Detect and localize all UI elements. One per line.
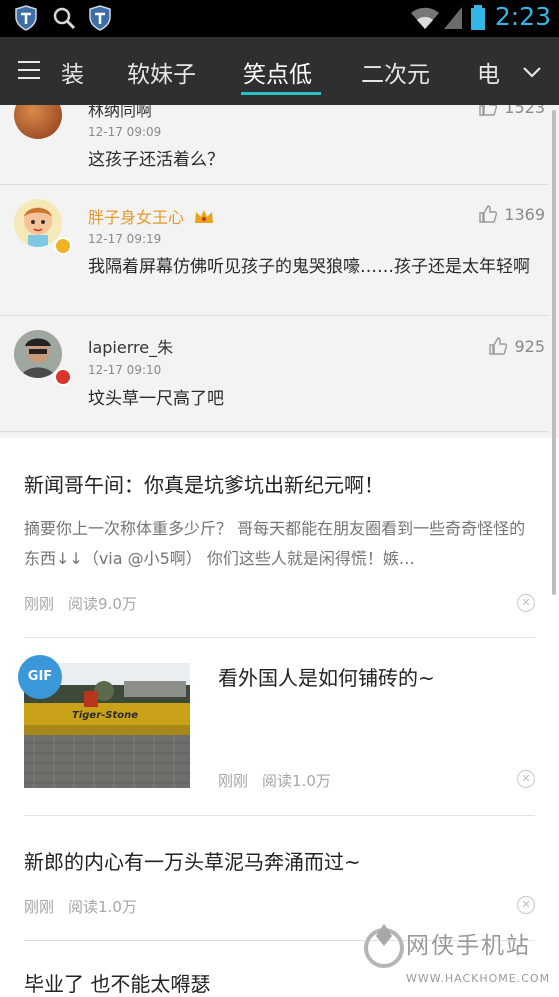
hot-comments-panel: 林纳同啊 12-17 09:09 这孩子还活着么？ 1523 胖子身女王心 12… — [0, 105, 559, 438]
like-count: 1523 — [504, 105, 545, 117]
comment-text: 坟头草一尺高了吧 — [88, 389, 224, 409]
feed-title[interactable]: 看外国人是如何铺砖的~ — [218, 662, 435, 691]
feed-title[interactable]: 毕业了 也不能太嘚瑟 — [24, 968, 210, 997]
scrollbar[interactable] — [552, 110, 556, 595]
tab-ruanmeizi[interactable]: 软妹子 — [127, 55, 196, 89]
avatar[interactable] — [14, 105, 62, 139]
like-button[interactable]: 1369 — [478, 204, 545, 224]
tab-dian[interactable]: 电 — [477, 55, 500, 89]
feed-title[interactable]: 新闻哥午间：你真是坑爹坑出新纪元啊！ — [24, 469, 384, 498]
status-time: 2:23 — [494, 2, 551, 31]
watermark-logo-icon — [364, 924, 404, 968]
feed-meta: 刚刚 阅读1.0万 — [24, 896, 137, 917]
like-count: 1369 — [504, 204, 545, 224]
feed-item[interactable]: 新郎的内心有一万头草泥马奔涌而过~ 刚刚 阅读1.0万 ✕ — [0, 816, 559, 936]
wifi-icon — [411, 7, 439, 29]
feed-item[interactable]: 新闻哥午间：你真是坑爹坑出新纪元啊！ 摘要你上一次称体重多少斤？ 哥每天都能在朋… — [0, 438, 559, 638]
shield-icon — [15, 5, 37, 31]
gif-badge: GIF — [18, 655, 62, 699]
thumbs-up-icon — [489, 337, 508, 355]
signal-icon — [444, 7, 462, 29]
search-icon — [53, 7, 76, 30]
crown-icon — [195, 210, 214, 223]
divider — [0, 431, 548, 432]
dismiss-icon[interactable]: ✕ — [517, 770, 535, 788]
active-tab-indicator — [241, 92, 321, 95]
read-count: 阅读9.0万 — [68, 595, 137, 613]
comment-item: 胖子身女王心 12-17 09:19 我隔着屏幕仿佛听见孩子的鬼哭狼嚎……孩子还… — [0, 185, 559, 315]
like-count: 925 — [514, 336, 545, 356]
shield-icon — [89, 5, 111, 31]
verified-badge-icon — [54, 237, 72, 255]
watermark-url: WWW.HACKHOME.COM — [406, 972, 551, 985]
comment-time: 12-17 09:10 — [88, 363, 162, 377]
like-button[interactable]: 925 — [488, 336, 545, 356]
comment-username[interactable]: 林纳同啊 — [88, 105, 152, 121]
comment-username[interactable]: 胖子身女王心 — [88, 204, 215, 228]
thumb-brand-text: Tiger-Stone — [72, 710, 138, 721]
comment-time: 12-17 09:19 — [88, 232, 162, 246]
dismiss-icon[interactable]: ✕ — [517, 896, 535, 914]
feed-title[interactable]: 新郎的内心有一万头草泥马奔涌而过~ — [24, 846, 361, 875]
thumbs-up-icon — [479, 205, 498, 223]
read-count: 阅读1.0万 — [262, 772, 331, 790]
thumbs-up-icon — [479, 105, 498, 116]
comment-item: lapierre_朱 12-17 09:10 坟头草一尺高了吧 925 — [0, 316, 559, 426]
feed-time: 刚刚 — [24, 595, 55, 613]
tab-xiaodiandi[interactable]: 笑点低 — [243, 55, 312, 89]
feed-summary: 摘要你上一次称体重多少斤？ 哥每天都能在朋友圈看到一些奇奇怪怪的东西↓↓（via… — [24, 519, 526, 568]
feed-meta: 刚刚 阅读1.0万 — [218, 770, 331, 791]
feed-time: 刚刚 — [218, 772, 249, 790]
star-badge-icon — [54, 368, 72, 386]
read-count: 阅读1.0万 — [68, 898, 137, 916]
like-button[interactable]: 1523 — [478, 105, 545, 117]
feed-meta: 刚刚 阅读9.0万 — [24, 593, 137, 614]
comment-text: 我隔着屏幕仿佛听见孩子的鬼哭狼嚎……孩子还是太年轻啊 — [88, 257, 530, 277]
feed-time: 刚刚 — [24, 898, 55, 916]
watermark-name: 网侠手机站 — [406, 933, 531, 959]
comment-item: 林纳同啊 12-17 09:09 这孩子还活着么？ 1523 — [0, 105, 559, 185]
tab-zhuang[interactable]: 装 — [61, 55, 84, 89]
comment-text: 这孩子还活着么？ — [88, 150, 224, 170]
status-bar: 2:23 — [0, 0, 559, 37]
watermark: 网侠手机站 WWW.HACKHOME.COM — [362, 922, 558, 992]
tab-erciyuan[interactable]: 二次元 — [361, 55, 430, 89]
chevron-down-icon[interactable] — [521, 61, 543, 83]
menu-icon[interactable] — [18, 61, 40, 81]
comment-time: 12-17 09:09 — [88, 125, 162, 139]
battery-icon — [471, 5, 485, 30]
comment-username[interactable]: lapierre_朱 — [88, 334, 173, 358]
dismiss-icon[interactable]: ✕ — [517, 594, 535, 612]
